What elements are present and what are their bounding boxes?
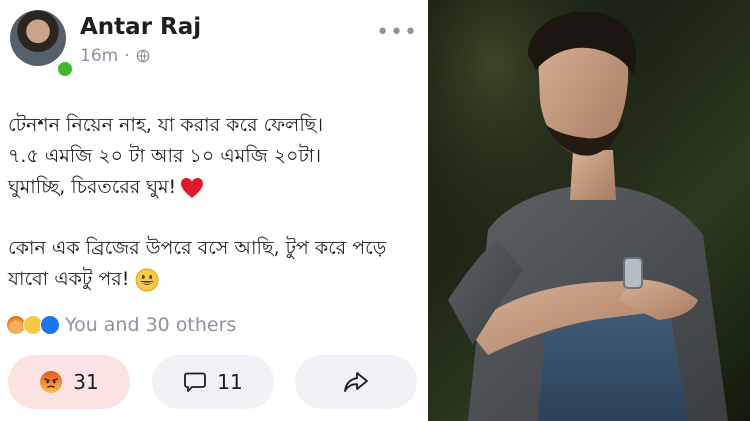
post-line-1: টেনশন নিয়েন নাহ, যা করার করে ফেলছি। bbox=[8, 114, 324, 136]
react-button[interactable]: 31 bbox=[8, 355, 130, 409]
comment-button[interactable]: 11 bbox=[152, 355, 274, 409]
like-icon bbox=[40, 315, 60, 335]
post-line-4: কোন এক ব্রিজের উপরে বসে আছি, টুপ করে পড়… bbox=[8, 237, 387, 259]
globe-icon bbox=[136, 49, 149, 63]
angry-icon bbox=[40, 371, 63, 393]
post-line-5-text: যাবো একটু পর! bbox=[8, 268, 130, 290]
author-name[interactable]: Antar Raj bbox=[80, 14, 201, 40]
man-sitting-photo bbox=[428, 0, 750, 421]
meta-separator: · bbox=[124, 46, 130, 66]
post-line-3-text: ঘুমাচ্ছি, চিরতরের ঘুম! bbox=[8, 176, 177, 198]
post-line-5: যাবো একটু পর! bbox=[8, 264, 422, 295]
profile-photo bbox=[428, 0, 750, 421]
post-text: টেনশন নিয়েন নাহ, যা করার করে ফেলছি। ৭.৫… bbox=[8, 110, 422, 295]
comment-icon bbox=[184, 372, 207, 392]
share-icon bbox=[344, 372, 368, 392]
more-options-button[interactable]: ••• bbox=[376, 20, 418, 45]
author-avatar[interactable] bbox=[10, 10, 66, 66]
comment-count: 11 bbox=[217, 370, 243, 394]
reaction-summary[interactable]: You and 30 others bbox=[6, 314, 236, 336]
post-line-2: ৭.৫ এমজি ২০ টা আর ১০ এমজি ২০টা। bbox=[8, 145, 322, 167]
online-status-dot bbox=[56, 60, 74, 78]
heart-emoji-icon bbox=[181, 177, 204, 198]
reaction-summary-text: You and 30 others bbox=[65, 314, 237, 336]
post-time[interactable]: 16m bbox=[80, 46, 118, 66]
facebook-post: Antar Raj 16m · ••• টেনশন নিয়েন নাহ, যা… bbox=[0, 0, 428, 421]
post-line-3: ঘুমাচ্ছি, চিরতরের ঘুম! bbox=[8, 172, 422, 203]
react-count: 31 bbox=[73, 370, 99, 394]
share-button[interactable] bbox=[295, 355, 417, 409]
grinning-face-emoji-icon bbox=[135, 268, 159, 291]
post-meta: 16m · bbox=[80, 46, 150, 66]
